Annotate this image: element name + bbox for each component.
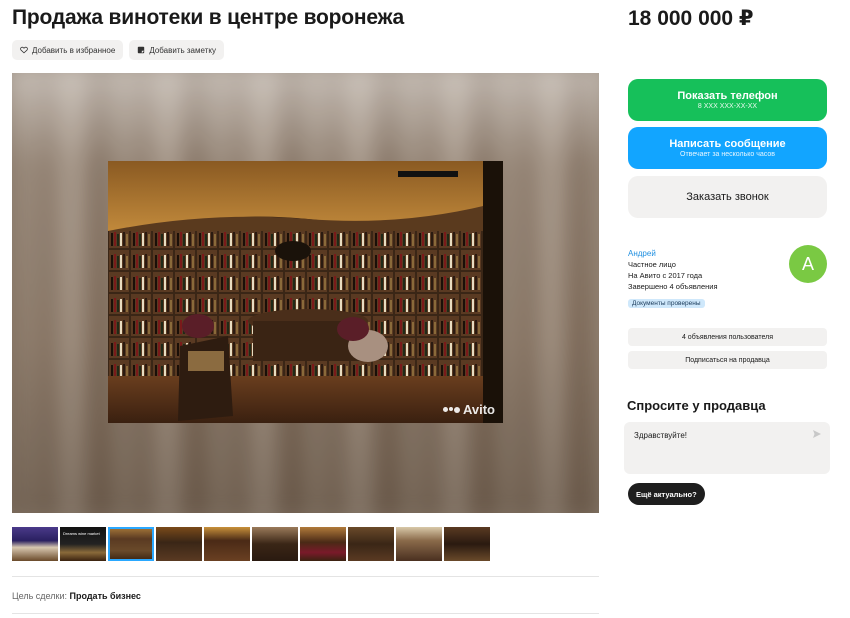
thumbnail[interactable]	[348, 527, 394, 561]
wine-shop-photo	[108, 161, 503, 423]
write-message-label: Написать сообщение	[669, 138, 786, 150]
thumbnail[interactable]	[12, 527, 58, 561]
thumbnail[interactable]	[156, 527, 202, 561]
watermark-text: Avito	[462, 402, 495, 417]
note-label: Добавить заметку	[149, 45, 216, 55]
write-message-button[interactable]: Написать сообщение Отвечает за несколько…	[628, 127, 827, 169]
note-icon	[138, 46, 145, 54]
masked-phone-number: 8 XXX XXX-XX-XX	[697, 103, 758, 110]
thumbnail[interactable]	[300, 527, 346, 561]
thumbnail[interactable]	[396, 527, 442, 561]
send-icon[interactable]	[812, 429, 822, 439]
seller-listings-button[interactable]: 4 объявления пользователя	[628, 328, 827, 346]
deal-value: Продать бизнес	[69, 591, 141, 601]
photo-gallery[interactable]: Avito	[12, 73, 599, 513]
response-time: Отвечает за несколько часов	[680, 151, 775, 158]
seller-completed: Завершено 4 объявления	[628, 282, 718, 291]
favorite-label: Добавить в избранное	[32, 45, 116, 55]
thumbnail-strip: Dreams wine market	[12, 527, 490, 561]
avito-watermark: Avito	[442, 402, 495, 417]
heart-icon	[20, 46, 28, 54]
ask-seller-heading: Спросите у продавца	[627, 398, 766, 413]
ask-message-value: Здравствуйте!	[634, 431, 688, 440]
ask-message-input[interactable]: Здравствуйте!	[624, 422, 830, 474]
divider	[12, 576, 599, 577]
thumbnail[interactable]: Dreams wine market	[60, 527, 106, 561]
thumbnail[interactable]	[444, 527, 490, 561]
thumbnail[interactable]	[252, 527, 298, 561]
avatar[interactable]: А	[789, 245, 827, 283]
add-to-favorites-button[interactable]: Добавить в избранное	[12, 40, 124, 60]
deal-label: Цель сделки:	[12, 591, 67, 601]
thumbnail[interactable]	[204, 527, 250, 561]
request-callback-label: Заказать звонок	[686, 191, 769, 203]
listing-price: 18 000 000 ₽	[628, 7, 754, 30]
add-note-button[interactable]: Добавить заметку	[129, 40, 224, 60]
show-phone-label: Показать телефон	[677, 90, 778, 102]
listing-actions: Добавить в избранное Добавить заметку	[12, 40, 224, 60]
quick-reply-button[interactable]: Ещё актуально?	[628, 483, 705, 505]
show-phone-button[interactable]: Показать телефон 8 XXX XXX-XX-XX	[628, 79, 827, 121]
request-callback-button[interactable]: Заказать звонок	[628, 176, 827, 218]
deal-purpose: Цель сделки: Продать бизнес	[12, 591, 141, 601]
avito-logo-icon	[442, 406, 460, 413]
documents-verified-badge: Документы проверены	[628, 299, 705, 308]
subscribe-seller-button[interactable]: Подписаться на продавца	[628, 351, 827, 369]
thumbnail-active[interactable]	[108, 527, 154, 561]
listing-title: Продажа винотеки в центре воронежа	[12, 6, 405, 29]
divider	[12, 613, 599, 614]
main-photo[interactable]: Avito	[108, 161, 503, 423]
